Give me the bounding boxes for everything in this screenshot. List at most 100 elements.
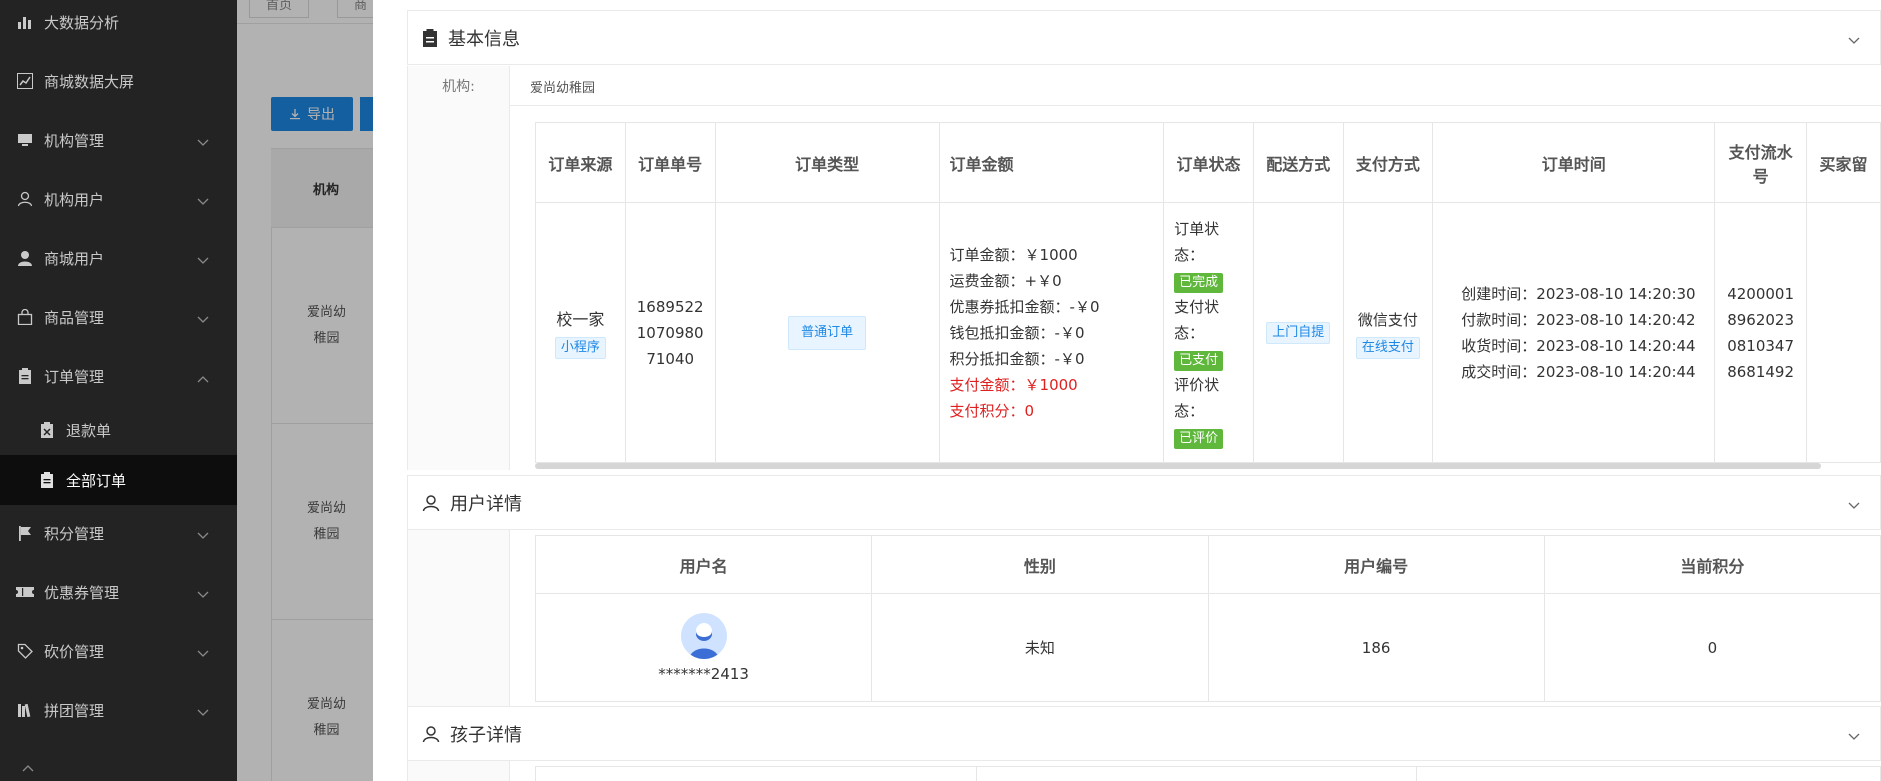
user-detail-header[interactable]: 用户详情 (407, 475, 1881, 530)
header-order-time: 订单时间 (1432, 122, 1716, 203)
section-title: 用户详情 (450, 493, 522, 515)
chevron-down-icon (197, 251, 209, 269)
header-flow-no: 支付流水号 (1714, 122, 1808, 203)
order-time-cell: 创建时间：2023-08-10 14:20:30 付款时间：2023-08-10… (1432, 202, 1716, 463)
amount-line: 积分抵扣金额：-￥0 (949, 349, 1085, 368)
chevron-down-icon (197, 703, 209, 721)
sidebar: 大数据分析 商城数据大屏 机构管理 机构用户 商城用户 商品管理 订单管理 退款… (0, 0, 237, 781)
sidebar-item-label: 订单管理 (44, 367, 105, 386)
sidebar-item-label: 机构用户 (44, 190, 105, 209)
pay-tag: 在线支付 (1355, 336, 1420, 359)
bag-icon (16, 308, 34, 326)
user-outline-icon (422, 494, 440, 512)
header-gender: 性别 (871, 535, 1209, 594)
user-outline-icon (422, 725, 440, 743)
order-type-tag: 普通订单 (788, 315, 867, 350)
flow-line: 8962023 (1727, 310, 1795, 329)
sidebar-item-label: 退款单 (66, 421, 112, 440)
sidebar-item-goods[interactable]: 商品管理 (0, 297, 237, 337)
child-detail-label-col (407, 761, 510, 781)
header-username: 用户名 (534, 535, 873, 594)
chevron-down-icon[interactable] (1848, 33, 1860, 49)
user-solid-icon (16, 249, 34, 267)
status-label: 支付状 (1174, 297, 1220, 316)
sidebar-item-big-data[interactable]: 大数据分析 (0, 2, 237, 42)
basic-info-header[interactable]: 基本信息 (407, 10, 1881, 65)
sidebar-item-points[interactable]: 积分管理 (0, 513, 237, 553)
org-row: 机构: 爱尚幼稚园 (407, 66, 1881, 106)
sidebar-item-mall-screen[interactable]: 商城数据大屏 (0, 61, 237, 101)
sidebar-item-mall-users[interactable]: 商城用户 (0, 238, 237, 278)
header-source: 订单来源 (535, 122, 626, 203)
modal-overlay[interactable] (237, 0, 373, 781)
sidebar-item-coupons[interactable]: 优惠券管理 (0, 572, 237, 612)
background-page: 首页 商 导出 机构 爱尚幼稚园 爱尚幼稚园 爱尚幼稚园 (237, 0, 373, 781)
source-name: 校一家 (556, 309, 605, 329)
sidebar-item-label: 商城数据大屏 (44, 72, 135, 91)
header-delivery: 配送方式 (1252, 122, 1344, 203)
chevron-up-icon (197, 369, 209, 387)
flag-icon (16, 524, 34, 542)
child-detail-header[interactable]: 孩子详情 (407, 706, 1881, 761)
status-cell: 订单状 态： 已完成 支付状 态： 已支付 评价状 态： 已评价 (1163, 202, 1254, 463)
table-row: 校一家 小程序 1689522 1070980 71040 普通订单 订单金额：… (535, 202, 1881, 463)
sidebar-item-label: 大数据分析 (44, 13, 120, 32)
chevron-down-icon[interactable] (1848, 498, 1860, 514)
order-no-cell: 1689522 1070980 71040 (624, 202, 716, 463)
header-buyer-note: 买家留 (1806, 122, 1881, 203)
chevron-down-icon (197, 644, 209, 662)
status-label: 态： (1174, 323, 1205, 342)
refund-doc-icon (38, 421, 56, 439)
section-title: 基本信息 (448, 28, 520, 50)
clipboard-icon (16, 367, 34, 385)
status-label: 态： (1174, 245, 1205, 264)
sidebar-item-bargain[interactable]: 砍价管理 (0, 631, 237, 671)
header-pay-method: 支付方式 (1342, 122, 1434, 203)
clipboard-icon (422, 28, 438, 47)
flow-line: 0810347 (1727, 336, 1795, 355)
pay-method: 微信支付 (1357, 310, 1418, 329)
header-order-no: 订单单号 (624, 122, 716, 203)
points-cell: 0 (1543, 593, 1881, 702)
order-no-line: 1070980 (636, 323, 704, 342)
source-cell: 校一家 小程序 (535, 202, 626, 463)
sidebar-item-orders[interactable]: 订单管理 (0, 356, 237, 396)
header-amount: 订单金额 (938, 122, 1165, 203)
amount-line: 订单金额：￥1000 (949, 245, 1078, 264)
sidebar-item-org-manage[interactable]: 机构管理 (0, 120, 237, 160)
user-no-cell: 186 (1207, 593, 1545, 702)
header-points: 当前积分 (1543, 535, 1881, 594)
source-tag: 小程序 (554, 336, 606, 359)
username-cell: *******2413 (534, 593, 873, 702)
chevron-down-icon (197, 310, 209, 328)
user-outline-icon (16, 190, 34, 208)
gender-cell: 未知 (871, 593, 1209, 702)
sidebar-item-label: 商品管理 (44, 308, 105, 327)
bar-chart-icon (16, 13, 34, 31)
flow-line: 8681492 (1727, 362, 1795, 381)
basic-info-label-col (407, 106, 510, 470)
status-label: 评价状 (1174, 375, 1220, 394)
pay-method-cell: 微信支付 在线支付 (1342, 202, 1434, 463)
order-no-line: 1689522 (636, 297, 704, 316)
header-user-no: 用户编号 (1207, 535, 1545, 594)
delivery-tag: 上门自提 (1266, 321, 1331, 344)
horizontal-scrollbar[interactable] (535, 463, 1821, 469)
user-detail-label-col (407, 530, 510, 706)
sidebar-item-group-buy[interactable]: 拼团管理 (0, 690, 237, 730)
sidebar-item-label: 砍价管理 (44, 642, 105, 661)
order-table: 订单来源 订单单号 订单类型 订单金额 订单状态 配送方式 支付方式 订单时间 … (535, 122, 1881, 463)
order-type-cell: 普通订单 (714, 202, 940, 463)
table-row: *******2413 未知 186 0 (534, 593, 1881, 702)
sidebar-item-label: 机构管理 (44, 131, 105, 150)
line-chart-icon (16, 72, 34, 90)
review-status-badge: 已评价 (1174, 428, 1224, 449)
pay-status-badge: 已支付 (1174, 350, 1224, 371)
sidebar-more-icon (22, 760, 34, 776)
org-value: 爱尚幼稚园 (530, 80, 596, 96)
sidebar-item-org-users[interactable]: 机构用户 (0, 179, 237, 219)
sidebar-item-label: 拼团管理 (44, 701, 105, 720)
sidebar-item-refund[interactable]: 退款单 (0, 410, 237, 450)
sidebar-item-all-orders[interactable]: 全部订单 (0, 455, 237, 505)
chevron-down-icon[interactable] (1848, 729, 1860, 745)
